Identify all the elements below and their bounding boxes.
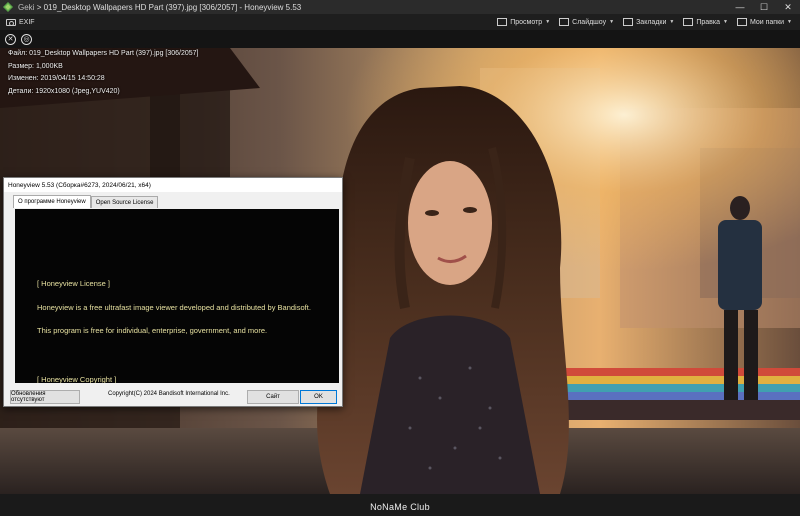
menu-edit-label: Правка — [696, 18, 720, 26]
menu-view[interactable]: Просмотр ▼ — [497, 18, 550, 26]
info-details: Детали: 1920x1080 (Jpeg,YUV420) — [8, 87, 120, 95]
options-icon[interactable]: ◎ — [21, 33, 32, 45]
window-title-text: 019_Desktop Wallpapers HD Part (397).jpg… — [43, 2, 302, 12]
dialog-title: Honeyview 5.53 (Сборка#6273, 2024/06/21,… — [4, 178, 342, 192]
menu-folders-label: Мои папки — [749, 18, 785, 26]
chevron-down-icon: ▼ — [722, 19, 728, 25]
info-size: Размер: 1,000KB — [8, 62, 63, 70]
menu-slideshow-label: Слайдшоу — [572, 18, 607, 26]
menu-my-folders[interactable]: Мои папки ▼ — [736, 18, 792, 26]
file-info-overlay: Файл: 019_Desktop Wallpapers HD Part (39… — [8, 48, 199, 98]
check-updates-button[interactable]: Обновления отсутствуют — [10, 390, 80, 404]
license-line-2: This program is free for individual, ent… — [37, 326, 268, 335]
license-line-1: Honeyview is a free ultrafast image view… — [37, 303, 311, 312]
chevron-down-icon: ▼ — [609, 19, 615, 25]
close-button[interactable]: ✕ — [776, 0, 800, 14]
watermark: NoNaMe Club — [370, 502, 430, 512]
sub-toolbar: ✕ ◎ — [0, 30, 800, 48]
info-modified: Изменен: 2019/04/15 14:50:28 — [8, 75, 105, 82]
close-image-icon[interactable]: ✕ — [5, 33, 16, 45]
copyright-text: Copyright(C) 2024 Bandisoft Internationa… — [108, 391, 230, 397]
edit-icon — [683, 18, 694, 26]
app-prefix: Geki — [18, 2, 35, 12]
title-separator: > — [36, 2, 42, 12]
chevron-down-icon: ▼ — [669, 19, 675, 25]
tab-about[interactable]: О программе Honeyview — [13, 195, 91, 208]
dialog-tabs: О программе Honeyview Open Source Licens… — [13, 195, 342, 208]
folder-icon — [736, 18, 747, 26]
view-icon — [497, 18, 508, 26]
toolbar: EXIF Просмотр ▼ Слайдшоу ▼ Закладки ▼ Пр… — [0, 14, 800, 30]
tab-open-source-license[interactable]: Open Source License — [90, 196, 159, 208]
info-file: Файл: 019_Desktop Wallpapers HD Part (39… — [8, 50, 199, 57]
dialog-footer: Обновления отсутствуют Copyright(C) 2024… — [4, 387, 342, 407]
ok-button[interactable]: OK — [300, 390, 337, 404]
website-button[interactable]: Сайт — [247, 390, 299, 404]
chevron-down-icon: ▼ — [787, 19, 792, 25]
about-dialog: Honeyview 5.53 (Сборка#6273, 2024/06/21,… — [3, 177, 343, 407]
main-menu: Просмотр ▼ Слайдшоу ▼ Закладки ▼ Правка … — [497, 18, 800, 26]
camera-icon — [6, 18, 16, 26]
window-title: Geki > 019_Desktop Wallpapers HD Part (3… — [18, 3, 301, 12]
menu-bookmarks-label: Закладки — [636, 18, 667, 26]
slideshow-icon — [559, 18, 570, 26]
chevron-down-icon: ▼ — [545, 19, 551, 25]
app-logo-icon — [2, 1, 14, 13]
bottom-bar: NoNaMe Club — [0, 494, 800, 516]
bookmark-icon — [623, 18, 634, 26]
exif-label: EXIF — [19, 18, 35, 26]
title-bar: Geki > 019_Desktop Wallpapers HD Part (3… — [0, 0, 800, 14]
minimize-button[interactable]: — — [728, 0, 752, 14]
menu-view-label: Просмотр — [510, 18, 543, 26]
license-heading: [ Honeyview License ] — [37, 279, 110, 288]
copyright-heading: [ Honeyview Copyright ] — [37, 375, 117, 383]
exif-button[interactable]: EXIF — [6, 18, 35, 26]
license-text-area[interactable]: [ Honeyview License ] Honeyview is a fre… — [15, 209, 339, 383]
menu-slideshow[interactable]: Слайдшоу ▼ — [559, 18, 614, 26]
menu-bookmarks[interactable]: Закладки ▼ — [623, 18, 674, 26]
maximize-button[interactable]: ☐ — [752, 0, 776, 14]
menu-edit[interactable]: Правка ▼ — [683, 18, 728, 26]
